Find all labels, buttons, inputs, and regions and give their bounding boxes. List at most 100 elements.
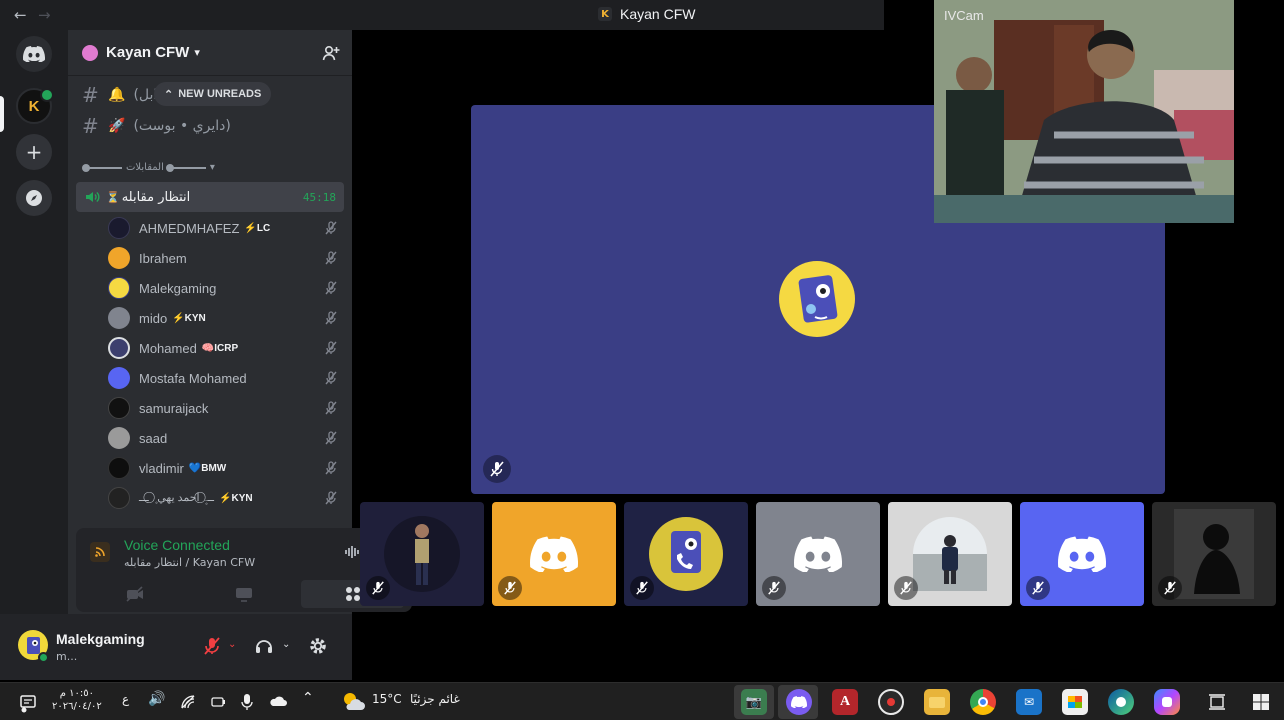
weather-description[interactable]: غائم جزئيًا — [410, 692, 460, 706]
voice-channel-active[interactable]: ⏳ انتظار مقابله 45:18 — [76, 182, 344, 212]
window-title: Kayan CFW — [620, 6, 696, 22]
muted-mic-icon — [490, 461, 504, 477]
title-bar: ← → K Kayan CFW — [0, 0, 884, 30]
bell-icon: 🔔 — [108, 87, 126, 103]
hash-icon: # — [82, 83, 99, 107]
muted-mic-icon — [900, 581, 912, 595]
screen-share-button[interactable] — [193, 580, 296, 608]
wifi-icon[interactable] — [180, 694, 196, 710]
voice-member[interactable]: samuraijack — [108, 395, 344, 421]
microphone-icon[interactable] — [240, 693, 254, 711]
windows-start-icon[interactable] — [1252, 693, 1270, 711]
channel-item-bell[interactable]: # 🔔 (ابل — [82, 83, 157, 107]
new-unreads-label: NEW UNREADS — [178, 88, 262, 100]
voice-member[interactable]: Mohamed 🧠ICRP — [108, 335, 344, 361]
participant-tile[interactable] — [492, 502, 616, 606]
participant-tile[interactable] — [756, 502, 880, 606]
discord-home-button[interactable] — [16, 36, 52, 72]
channel-item-boost[interactable]: # 🚀 (دايري • بوست) — [82, 114, 231, 138]
channel-sidebar: Kayan CFW ▾ # 🔔 (ابل ⌃ NEW UNREADS # 🚀 (… — [68, 30, 412, 680]
weather-partly-cloudy-icon[interactable] — [340, 690, 366, 712]
audio-options-chevron-icon[interactable]: ⌄ — [282, 639, 290, 650]
participant-tile[interactable] — [1152, 502, 1276, 606]
chevron-up-icon[interactable]: ⌃ — [302, 690, 314, 706]
server-boost-icon — [82, 44, 98, 61]
member-name: Malekgaming — [139, 280, 217, 296]
taskbar-app-obs[interactable] — [878, 689, 904, 715]
volume-icon[interactable]: 🔊 — [148, 691, 165, 707]
notification-icon[interactable] — [18, 693, 38, 713]
app-a-logo-icon: A — [839, 694, 851, 709]
mic-options-chevron-icon[interactable]: ⌄ — [228, 639, 236, 650]
tile-muted-indicator — [894, 576, 918, 600]
voice-member[interactable]: vladimir 💙BMW — [108, 455, 344, 481]
avatar — [108, 277, 130, 299]
participant-tile[interactable] — [888, 502, 1012, 606]
participant-photo — [384, 516, 460, 592]
voice-member[interactable]: Ibrahem — [108, 245, 344, 271]
camera-off-button[interactable] — [84, 580, 187, 608]
taskbar-app-outlook[interactable]: ✉ — [1016, 689, 1042, 715]
muted-mic-icon — [325, 431, 337, 445]
taskbar-app-chrome[interactable] — [970, 689, 996, 715]
input-language[interactable]: ع — [122, 692, 129, 706]
weather-temperature[interactable]: 15°C — [372, 692, 402, 706]
add-server-button[interactable]: + — [16, 134, 52, 170]
voice-member[interactable]: Malekgaming — [108, 275, 344, 301]
member-tag: ⚡KYN — [219, 492, 253, 504]
avatar — [108, 427, 130, 449]
participant-tile[interactable] — [360, 502, 484, 606]
voice-member[interactable]: AHMEDMHAFEZ ⚡LC — [108, 215, 344, 241]
taskbar-app-store[interactable] — [1062, 689, 1088, 715]
muted-mic-icon — [325, 221, 337, 235]
server-header[interactable]: Kayan CFW ▾ — [68, 30, 352, 76]
task-view-icon[interactable] — [1208, 693, 1226, 711]
voice-connected-title[interactable]: Voice Connected — [124, 537, 230, 553]
category-decoration — [82, 163, 122, 172]
avatar — [108, 337, 130, 359]
taskbar-clock[interactable]: ١٠:٥٠ م ٢٠٢٦/٠٤/٠٢ — [52, 687, 102, 713]
taskbar-app-edge[interactable] — [1108, 689, 1134, 715]
voice-member[interactable]: mido ⚡KYN — [108, 305, 344, 331]
taskbar-app-red[interactable]: A — [832, 689, 858, 715]
invite-user-icon[interactable] — [322, 44, 340, 62]
voice-connected-subtitle[interactable]: انتظار مقابله / Kayan CFW — [124, 556, 255, 569]
muted-mic-icon — [1164, 581, 1176, 595]
back-arrow-icon[interactable]: ← — [14, 6, 27, 24]
server-logo-icon: K — [598, 7, 612, 21]
chevron-up-icon: ⌃ — [164, 88, 174, 101]
headphones-icon[interactable] — [254, 636, 274, 656]
muted-mic-icon — [325, 281, 337, 295]
taskbar-app-copilot[interactable] — [1154, 689, 1180, 715]
participant-tile[interactable] — [1020, 502, 1144, 606]
taskbar-app-discord[interactable] — [786, 689, 812, 715]
server-rail: K + — [0, 30, 68, 680]
onedrive-icon[interactable] — [268, 694, 288, 708]
online-status-dot — [38, 652, 49, 663]
muted-mic-icon — [325, 251, 337, 265]
battery-icon[interactable] — [210, 694, 226, 710]
voice-member[interactable]: Mostafa Mohamed — [108, 365, 344, 391]
category-header[interactable]: المقابلات ▾ — [82, 162, 215, 173]
server-icon-kayan[interactable]: K — [16, 88, 54, 124]
gear-icon[interactable] — [308, 636, 328, 656]
muted-mic-icon — [372, 581, 384, 595]
voice-member[interactable]: ـــ۪ ⃝ احمد يهي ۪ ⃝ ـــ ⚡KYN — [108, 485, 344, 511]
member-tag: ⚡LC — [244, 222, 271, 234]
new-unreads-pill[interactable]: ⌃ NEW UNREADS — [154, 82, 272, 106]
taskbar-app-file-explorer[interactable] — [924, 689, 950, 715]
mic-muted-icon[interactable] — [202, 636, 222, 656]
forward-arrow-icon[interactable]: → — [38, 6, 51, 24]
taskbar-app-ivcam[interactable]: 📷 — [741, 689, 767, 715]
voice-member[interactable]: saad — [108, 425, 344, 451]
discord-logo-icon — [791, 696, 807, 708]
discord-logo-icon — [1058, 536, 1106, 572]
voice-channel-name: انتظار مقابله — [121, 189, 191, 205]
member-name: mido — [139, 310, 168, 326]
connection-signal-icon[interactable] — [90, 542, 110, 562]
participant-tile[interactable] — [624, 502, 748, 606]
tile-muted-indicator — [498, 576, 522, 600]
muted-mic-icon — [325, 311, 337, 325]
explore-servers-button[interactable] — [16, 180, 52, 216]
tile-muted-indicator — [1026, 576, 1050, 600]
